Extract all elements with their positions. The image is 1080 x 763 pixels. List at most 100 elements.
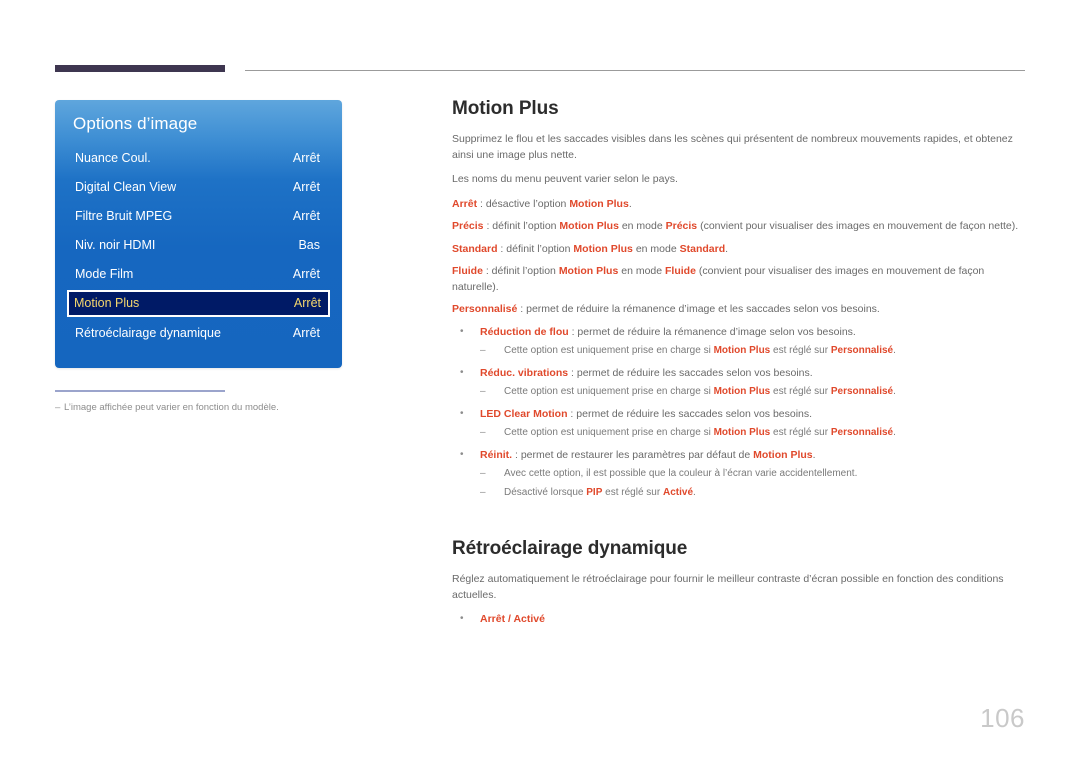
osd-row-retroeclairage-dynamique[interactable]: Rétroéclairage dynamique Arrêt <box>69 321 328 346</box>
osd-row-motion-plus-selected[interactable]: Motion Plus Arrêt <box>67 290 330 317</box>
option-standard-term-1: Motion Plus <box>573 242 633 255</box>
note-text-1: Désactivé lorsque <box>504 486 587 498</box>
header-accent-bar <box>55 65 225 72</box>
footnote-divider <box>55 390 225 392</box>
sub-item-text: : permet de réduire les saccades selon v… <box>568 366 813 379</box>
osd-row-value: Arrêt <box>292 267 320 281</box>
page-number: 106 <box>980 703 1025 733</box>
note-text-2: est réglé sur <box>602 486 663 498</box>
option-fluide-text-1: : définit l’option <box>482 265 559 277</box>
note-text-1: Cette option est uniquement prise en cha… <box>504 386 714 397</box>
list-item-note: Cette option est uniquement prise en cha… <box>452 384 1028 400</box>
note-term-1: Motion Plus <box>713 427 771 438</box>
sub-item-text: : permet de réduire les saccades selon v… <box>567 407 813 420</box>
option-precis: Précis : définit l’option Motion Plus en… <box>452 219 1028 235</box>
option-arret-name: Arrêt <box>452 197 478 210</box>
option-fluide-term-2: Fluide <box>665 265 696 277</box>
osd-row-value: Arrêt <box>292 180 320 194</box>
article-content: Motion Plus Supprimez le flou et les sac… <box>452 98 1028 631</box>
option-precis-term-1: Motion Plus <box>559 220 619 232</box>
option-standard: Standard : définit l’option Motion Plus … <box>452 242 1028 258</box>
osd-row-label: Nuance Coul. <box>75 151 151 165</box>
sub-item-text: : permet de réduire la rémanence d’image… <box>568 325 856 338</box>
footnote-text: – L’image affichée peut varier en fonctio… <box>55 402 375 413</box>
osd-row-label: Digital Clean View <box>75 180 177 194</box>
osd-panel-title: Options d’image <box>73 114 198 133</box>
note-text-2: est réglé sur <box>770 345 831 356</box>
list-item: LED Clear Motion : permet de réduire les… <box>452 406 1028 423</box>
sub-item-name: Réinit. <box>480 448 513 461</box>
osd-row-nuance-coul[interactable]: Nuance Coul. Arrêt <box>69 146 328 171</box>
note-term-1: PIP <box>586 486 603 498</box>
backlight-options: Arrêt / Activé <box>480 613 545 625</box>
option-standard-text-2: en mode <box>632 242 680 255</box>
note-text-2: est réglé sur <box>770 386 831 397</box>
option-fluide: Fluide : définit l’option Motion Plus en… <box>452 264 1028 295</box>
motion-plus-note: Les noms du menu peuvent varier selon le… <box>452 173 678 185</box>
section-title-motion-plus: Motion Plus <box>452 98 559 119</box>
note-text-1: Cette option est uniquement prise en cha… <box>504 345 714 356</box>
osd-row-mode-film[interactable]: Mode Film Arrêt <box>69 262 328 287</box>
list-item-note: Cette option est uniquement prise en cha… <box>452 343 1028 359</box>
option-precis-term-2: Précis <box>665 220 698 232</box>
note-term-1: Motion Plus <box>713 345 771 356</box>
note-term-2: Personnalisé <box>830 345 894 356</box>
note-text-1: Avec cette option, il est possible que l… <box>504 468 858 479</box>
note-term-2: Personnalisé <box>830 386 894 397</box>
sub-item-name: LED Clear Motion <box>480 407 568 420</box>
osd-row-label: Rétroéclairage dynamique <box>75 326 221 340</box>
option-standard-name: Standard <box>452 242 498 255</box>
option-precis-text-2: en mode <box>618 220 666 232</box>
osd-row-value: Arrêt <box>293 296 321 310</box>
option-arret-text-2: . <box>628 197 632 210</box>
option-personnalise-text: : permet de réduire la rémanence d’image… <box>517 303 880 315</box>
header-divider-line <box>245 70 1025 71</box>
option-arret: Arrêt : désactive l’option Motion Plus. <box>452 197 1028 213</box>
list-item-note: Avec cette option, il est possible que l… <box>452 466 1028 482</box>
sub-item-text-1: : permet de restaurer les paramètres par… <box>512 448 754 461</box>
option-fluide-term-1: Motion Plus <box>558 265 619 277</box>
osd-row-value: Arrêt <box>292 151 320 165</box>
osd-row-niv-noir-hdmi[interactable]: Niv. noir HDMI Bas <box>69 233 328 258</box>
sub-item-name: Réduction de flou <box>480 325 569 338</box>
option-fluide-text-2: en mode <box>618 265 666 277</box>
note-text-3: . <box>693 486 696 498</box>
section-title-retroeclairage-dynamique: Rétroéclairage dynamique <box>452 538 688 559</box>
option-arret-term: Motion Plus <box>569 197 629 210</box>
sub-item-name: Réduc. vibrations <box>480 366 569 379</box>
note-text-3: . <box>893 427 896 438</box>
note-text-1: Cette option est uniquement prise en cha… <box>504 427 714 438</box>
list-item: Réinit. : permet de restaurer les paramè… <box>452 447 1028 464</box>
list-item-note: Désactivé lorsque PIP est réglé sur Acti… <box>452 485 1028 501</box>
osd-row-label: Mode Film <box>75 267 134 281</box>
osd-row-value: Arrêt <box>292 209 320 223</box>
osd-menu-panel: Options d’image Nuance Coul. Arrêt Digit… <box>55 100 342 368</box>
osd-row-filtre-bruit-mpeg[interactable]: Filtre Bruit MPEG Arrêt <box>69 204 328 229</box>
option-standard-term-2: Standard <box>679 242 726 255</box>
osd-row-label: Motion Plus <box>74 296 140 310</box>
footnote-dash: – <box>55 402 61 413</box>
osd-row-value: Bas <box>298 238 320 252</box>
footnote-body: L’image affichée peut varier en fonction… <box>64 402 279 413</box>
note-term-2: Personnalisé <box>830 427 894 438</box>
osd-row-digital-clean-view[interactable]: Digital Clean View Arrêt <box>69 175 328 200</box>
option-personnalise-name: Personnalisé <box>452 303 518 315</box>
option-precis-name: Précis <box>452 220 484 232</box>
option-precis-text-3: (convient pour visualiser des images en … <box>697 220 1019 232</box>
sub-item-text-2: . <box>812 448 816 461</box>
option-standard-text-3: . <box>725 242 729 255</box>
option-arret-text-1: : désactive l’option <box>477 197 570 210</box>
note-term-1: Motion Plus <box>713 386 771 397</box>
option-standard-text-1: : définit l’option <box>497 242 574 255</box>
backlight-intro: Réglez automatiquement le rétroéclairage… <box>452 573 1004 601</box>
osd-row-value: Arrêt <box>292 326 320 340</box>
note-text-3: . <box>893 345 896 356</box>
note-term-2: Activé <box>662 486 693 498</box>
list-item: Arrêt / Activé <box>452 611 1028 628</box>
list-item-note: Cette option est uniquement prise en cha… <box>452 425 1028 441</box>
option-precis-text-1: : définit l’option <box>483 220 560 232</box>
osd-row-label: Filtre Bruit MPEG <box>75 209 173 223</box>
osd-row-label: Niv. noir HDMI <box>75 238 156 252</box>
option-fluide-name: Fluide <box>452 265 483 277</box>
note-text-2: est réglé sur <box>770 427 831 438</box>
